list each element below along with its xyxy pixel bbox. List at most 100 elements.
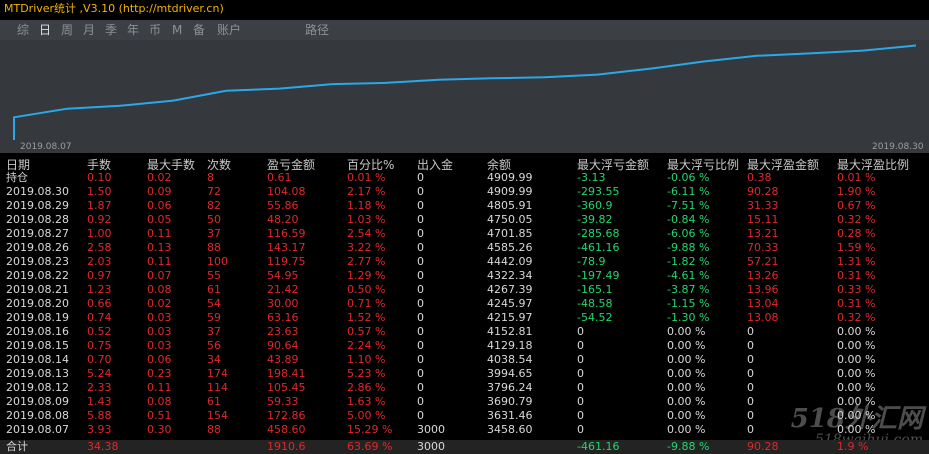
cell-max-float-profit: 13.26 <box>747 269 779 282</box>
cell-max-float-loss: -165.1 <box>577 283 613 296</box>
cell-lots: 2.03 <box>87 255 112 268</box>
table-row[interactable]: 2019.08.20 0.66 0.02 54 30.00 0.71 % 0 4245.97 -… <box>0 297 929 311</box>
cell-count: 55 <box>207 269 221 282</box>
cell-max-float-loss-pct: -6.11 % <box>667 185 710 198</box>
x-tick-label-start: 2019.08.07 <box>20 142 72 152</box>
window-title: MTDriver统计 ,V3.10 (http://mtdriver.cn) <box>4 2 224 15</box>
cell-pct: 1.18 % <box>347 199 386 212</box>
cell-lots: 0.52 <box>87 325 112 338</box>
cell-max-float-loss-pct: -9.88 % <box>667 440 710 453</box>
cell-max-float-profit-pct: 0.28 % <box>837 227 876 240</box>
cell-max-float-loss: -197.49 <box>577 269 620 282</box>
cell-date: 2019.08.21 <box>6 283 69 296</box>
table-row[interactable]: 2019.08.30 1.50 0.09 72 104.08 2.17 % 0 4909.99… <box>0 185 929 199</box>
table-row[interactable]: 2019.08.23 2.03 0.11 100 119.75 2.77 % 0 4442.0… <box>0 255 929 269</box>
tab-notes[interactable]: 备 <box>193 20 205 40</box>
cell-balance: 4909.99 <box>487 185 533 198</box>
cell-deposit: 0 <box>417 269 424 282</box>
cell-date: 2019.08.22 <box>6 269 69 282</box>
cell-max-lots: 0.05 <box>147 213 172 226</box>
cell-date: 2019.08.15 <box>6 339 69 352</box>
cell-date: 2019.08.09 <box>6 395 69 408</box>
table-row[interactable]: 2019.08.07 3.93 0.30 88 458.60 15.29 % 3000 345… <box>0 423 929 437</box>
cell-max-lots: 0.11 <box>147 255 172 268</box>
table-row[interactable]: 2019.08.27 1.00 0.11 37 116.59 2.54 % 0 4701.85… <box>0 227 929 241</box>
cell-max-lots: 0.11 <box>147 381 172 394</box>
cell-balance: 4585.26 <box>487 241 533 254</box>
cell-lots: 3.93 <box>87 423 112 436</box>
cell-max-float-profit-pct: 0.32 % <box>837 311 876 324</box>
tab-account[interactable]: 账户 <box>217 20 241 40</box>
cell-max-float-profit: 13.08 <box>747 311 779 324</box>
cell-balance: 4152.81 <box>487 325 533 338</box>
cell-deposit: 0 <box>417 353 424 366</box>
cell-max-float-profit-pct: 0.32 % <box>837 213 876 226</box>
cell-lots: 0.92 <box>87 213 112 226</box>
cell-count: 61 <box>207 283 221 296</box>
tab-weekly[interactable]: 周 <box>61 20 73 40</box>
tab-quarterly[interactable]: 季 <box>105 20 117 40</box>
cell-pnl: 54.95 <box>267 269 299 282</box>
table-row[interactable]: 2019.08.12 2.33 0.11 114 105.45 2.86 % 0 3796.2… <box>0 381 929 395</box>
table-row[interactable]: 2019.08.16 0.52 0.03 37 23.63 0.57 % 0 4152.81 0… <box>0 325 929 339</box>
cell-max-float-profit-pct: 0.00 % <box>837 423 876 436</box>
cell-pnl: 119.75 <box>267 255 306 268</box>
cell-max-float-profit: 0 <box>747 409 754 422</box>
cell-max-lots: 0.06 <box>147 199 172 212</box>
table-row[interactable]: 持仓 0.10 0.02 8 0.61 0.01 % 0 4909.99 -3.13 -0.06 … <box>0 171 929 185</box>
table-row[interactable]: 2019.08.14 0.70 0.06 34 43.89 1.10 % 0 4038.54 0… <box>0 353 929 367</box>
cell-deposit: 0 <box>417 297 424 310</box>
cell-pnl: 30.00 <box>267 297 299 310</box>
cell-max-float-loss: -78.9 <box>577 255 606 268</box>
cell-pnl: 105.45 <box>267 381 306 394</box>
table-row[interactable]: 2019.08.28 0.92 0.05 50 48.20 1.03 % 0 4750.05 -… <box>0 213 929 227</box>
cell-deposit: 0 <box>417 171 424 184</box>
cell-max-float-profit-pct: 1.9 % <box>837 440 869 453</box>
cell-count: 8 <box>207 171 214 184</box>
tab-m[interactable]: M <box>172 20 182 40</box>
cell-max-float-loss: 0 <box>577 395 584 408</box>
cell-max-float-loss: 0 <box>577 409 584 422</box>
cell-pnl: 172.86 <box>267 409 306 422</box>
cell-pct: 0.57 % <box>347 325 386 338</box>
cell-date: 2019.08.26 <box>6 241 69 254</box>
cell-max-float-profit: 0 <box>747 395 754 408</box>
cell-lots: 1.50 <box>87 185 112 198</box>
table-row[interactable]: 2019.08.15 0.75 0.03 56 90.64 2.24 % 0 4129.18 0… <box>0 339 929 353</box>
table-row[interactable]: 2019.08.09 1.43 0.08 61 59.33 1.63 % 0 3690.79 0… <box>0 395 929 409</box>
cell-max-float-profit: 13.21 <box>747 227 779 240</box>
table-row[interactable]: 2019.08.08 5.88 0.51 154 172.86 5.00 % 0 3631.4… <box>0 409 929 423</box>
table-row[interactable]: 2019.08.22 0.97 0.07 55 54.95 1.29 % 0 4322.34 -… <box>0 269 929 283</box>
tab-summary[interactable]: 综 <box>17 20 29 40</box>
tab-path[interactable]: 路径 <box>305 20 329 40</box>
cell-lots: 1.00 <box>87 227 112 240</box>
cell-count: 82 <box>207 199 221 212</box>
cell-max-float-loss-pct: 0.00 % <box>667 353 706 366</box>
x-tick-label-end: 2019.08.30 <box>872 142 924 152</box>
tab-yearly[interactable]: 年 <box>127 20 139 40</box>
tab-daily[interactable]: 日 <box>39 20 51 40</box>
table-row[interactable]: 2019.08.19 0.74 0.03 59 63.16 1.52 % 0 4215.97 -… <box>0 311 929 325</box>
table-row[interactable]: 2019.08.21 1.23 0.08 61 21.42 0.50 % 0 4267.39 -… <box>0 283 929 297</box>
cell-max-float-profit-pct: 0.67 % <box>837 199 876 212</box>
cell-max-lots: 0.13 <box>147 241 172 254</box>
balance-chart-svg: 2019.08.07 2019.08.30 <box>13 44 924 152</box>
tab-currency[interactable]: 币 <box>149 20 161 40</box>
cell-deposit: 0 <box>417 241 424 254</box>
cell-max-float-loss-pct: 0.00 % <box>667 409 706 422</box>
tab-monthly[interactable]: 月 <box>83 20 95 40</box>
cell-max-lots: 0.02 <box>147 297 172 310</box>
cell-balance: 4701.85 <box>487 227 533 240</box>
cell-max-lots: 0.03 <box>147 325 172 338</box>
cell-balance: 4038.54 <box>487 353 533 366</box>
cell-count: 88 <box>207 423 221 436</box>
table-row[interactable]: 2019.08.29 1.87 0.06 82 55.86 1.18 % 0 4805.91 -… <box>0 199 929 213</box>
table-row[interactable]: 2019.08.26 2.58 0.13 88 143.17 3.22 % 0 4585.26… <box>0 241 929 255</box>
cell-lots: 0.66 <box>87 297 112 310</box>
cell-deposit: 0 <box>417 367 424 380</box>
total-row[interactable]: 合计 34.38 1910.6 63.69 % 3000 -461.16 -9.88 % 90… <box>0 440 929 454</box>
cell-pnl: 198.41 <box>267 367 306 380</box>
table-row[interactable]: 2019.08.13 5.24 0.23 174 198.41 5.23 % 0 3994.6… <box>0 367 929 381</box>
cell-lots: 5.88 <box>87 409 112 422</box>
cell-max-float-profit: 0 <box>747 325 754 338</box>
